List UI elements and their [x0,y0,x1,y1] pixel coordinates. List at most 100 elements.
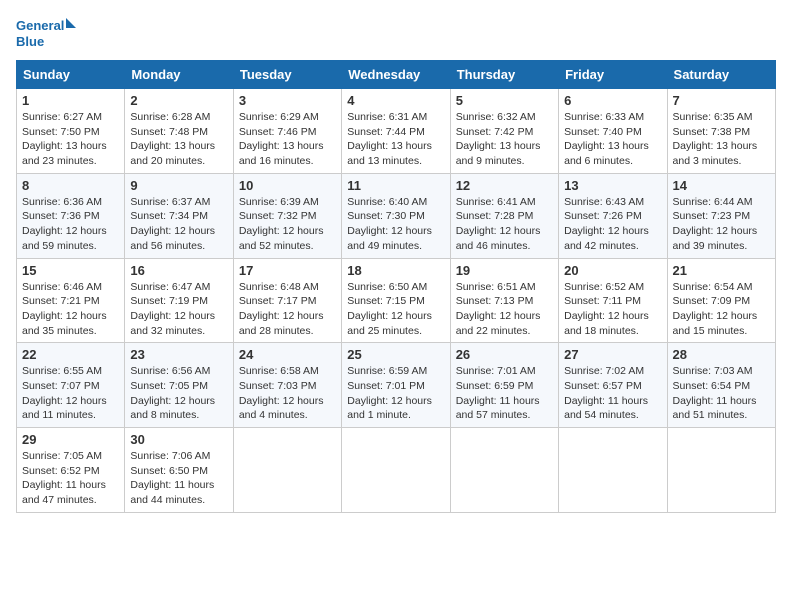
calendar-cell: 27 Sunrise: 7:02 AM Sunset: 6:57 PM Dayli… [559,343,667,428]
day-info: Sunrise: 6:29 AM Sunset: 7:46 PM Dayligh… [239,110,336,169]
calendar-cell: 24 Sunrise: 6:58 AM Sunset: 7:03 PM Dayli… [233,343,341,428]
day-number: 26 [456,347,553,362]
calendar-cell: 19 Sunrise: 6:51 AM Sunset: 7:13 PM Dayli… [450,258,558,343]
day-info: Sunrise: 6:50 AM Sunset: 7:15 PM Dayligh… [347,280,444,339]
svg-text:Blue: Blue [16,34,44,49]
calendar-cell: 1Sunrise: 6:27 AM Sunset: 7:50 PM Daylig… [17,89,125,174]
day-info: Sunrise: 6:52 AM Sunset: 7:11 PM Dayligh… [564,280,661,339]
calendar-cell: 23Sunrise: 6:56 AM Sunset: 7:05 PM Dayli… [125,343,233,428]
calendar-cell: 5 Sunrise: 6:32 AM Sunset: 7:42 PM Daylig… [450,89,558,174]
page-header: General Blue [16,16,776,52]
day-number: 28 [673,347,770,362]
calendar-cell: 20 Sunrise: 6:52 AM Sunset: 7:11 PM Dayli… [559,258,667,343]
logo-svg: General Blue [16,16,76,52]
day-number: 15 [22,263,119,278]
day-info: Sunrise: 6:32 AM Sunset: 7:42 PM Dayligh… [456,110,553,169]
day-number: 24 [239,347,336,362]
calendar-cell [559,428,667,513]
calendar-cell [342,428,450,513]
logo: General Blue [16,16,76,52]
day-info: Sunrise: 6:39 AM Sunset: 7:32 PM Dayligh… [239,195,336,254]
calendar-week-row: 15 Sunrise: 6:46 AM Sunset: 7:21 PM Dayli… [17,258,776,343]
day-number: 21 [673,263,770,278]
calendar-cell: 26Sunrise: 7:01 AM Sunset: 6:59 PM Dayli… [450,343,558,428]
day-info: Sunrise: 6:40 AM Sunset: 7:30 PM Dayligh… [347,195,444,254]
column-header-wednesday: Wednesday [342,61,450,89]
day-info: Sunrise: 6:51 AM Sunset: 7:13 PM Dayligh… [456,280,553,339]
day-info: Sunrise: 6:54 AM Sunset: 7:09 PM Dayligh… [673,280,770,339]
day-number: 11 [347,178,444,193]
day-info: Sunrise: 6:33 AM Sunset: 7:40 PM Dayligh… [564,110,661,169]
calendar-week-row: 1Sunrise: 6:27 AM Sunset: 7:50 PM Daylig… [17,89,776,174]
day-info: Sunrise: 6:37 AM Sunset: 7:34 PM Dayligh… [130,195,227,254]
column-header-saturday: Saturday [667,61,775,89]
day-number: 3 [239,93,336,108]
calendar-cell: 10Sunrise: 6:39 AM Sunset: 7:32 PM Dayli… [233,173,341,258]
column-header-friday: Friday [559,61,667,89]
calendar-cell: 4 Sunrise: 6:31 AM Sunset: 7:44 PM Daylig… [342,89,450,174]
calendar-week-row: 29Sunrise: 7:05 AM Sunset: 6:52 PM Dayli… [17,428,776,513]
calendar-week-row: 8 Sunrise: 6:36 AM Sunset: 7:36 PM Daylig… [17,173,776,258]
day-info: Sunrise: 7:05 AM Sunset: 6:52 PM Dayligh… [22,449,119,508]
day-info: Sunrise: 6:31 AM Sunset: 7:44 PM Dayligh… [347,110,444,169]
day-info: Sunrise: 6:47 AM Sunset: 7:19 PM Dayligh… [130,280,227,339]
day-info: Sunrise: 6:46 AM Sunset: 7:21 PM Dayligh… [22,280,119,339]
day-info: Sunrise: 6:36 AM Sunset: 7:36 PM Dayligh… [22,195,119,254]
calendar-cell [667,428,775,513]
calendar-cell [450,428,558,513]
day-number: 30 [130,432,227,447]
calendar-cell [233,428,341,513]
column-header-sunday: Sunday [17,61,125,89]
day-number: 8 [22,178,119,193]
calendar-cell: 25Sunrise: 6:59 AM Sunset: 7:01 PM Dayli… [342,343,450,428]
day-number: 13 [564,178,661,193]
day-number: 18 [347,263,444,278]
calendar-cell: 3 Sunrise: 6:29 AM Sunset: 7:46 PM Daylig… [233,89,341,174]
day-info: Sunrise: 6:58 AM Sunset: 7:03 PM Dayligh… [239,364,336,423]
calendar-cell: 14 Sunrise: 6:44 AM Sunset: 7:23 PM Dayli… [667,173,775,258]
day-info: Sunrise: 7:03 AM Sunset: 6:54 PM Dayligh… [673,364,770,423]
calendar-cell: 11 Sunrise: 6:40 AM Sunset: 7:30 PM Dayli… [342,173,450,258]
day-number: 14 [673,178,770,193]
calendar-cell: 17 Sunrise: 6:48 AM Sunset: 7:17 PM Dayli… [233,258,341,343]
day-number: 7 [673,93,770,108]
day-number: 17 [239,263,336,278]
day-number: 5 [456,93,553,108]
calendar-cell: 30 Sunrise: 7:06 AM Sunset: 6:50 PM Dayli… [125,428,233,513]
column-header-tuesday: Tuesday [233,61,341,89]
calendar-cell: 29Sunrise: 7:05 AM Sunset: 6:52 PM Dayli… [17,428,125,513]
calendar-cell: 12 Sunrise: 6:41 AM Sunset: 7:28 PM Dayli… [450,173,558,258]
day-number: 6 [564,93,661,108]
day-info: Sunrise: 6:35 AM Sunset: 7:38 PM Dayligh… [673,110,770,169]
calendar-cell: 9 Sunrise: 6:37 AM Sunset: 7:34 PM Daylig… [125,173,233,258]
day-info: Sunrise: 6:48 AM Sunset: 7:17 PM Dayligh… [239,280,336,339]
day-number: 19 [456,263,553,278]
calendar-cell: 22Sunrise: 6:55 AM Sunset: 7:07 PM Dayli… [17,343,125,428]
calendar-cell: 6 Sunrise: 6:33 AM Sunset: 7:40 PM Daylig… [559,89,667,174]
calendar-cell: 13 Sunrise: 6:43 AM Sunset: 7:26 PM Dayli… [559,173,667,258]
calendar-cell: 15 Sunrise: 6:46 AM Sunset: 7:21 PM Dayli… [17,258,125,343]
day-number: 23 [130,347,227,362]
calendar-week-row: 22Sunrise: 6:55 AM Sunset: 7:07 PM Dayli… [17,343,776,428]
calendar-cell: 21 Sunrise: 6:54 AM Sunset: 7:09 PM Dayli… [667,258,775,343]
day-info: Sunrise: 6:28 AM Sunset: 7:48 PM Dayligh… [130,110,227,169]
svg-text:General: General [16,18,64,33]
calendar-cell: 16 Sunrise: 6:47 AM Sunset: 7:19 PM Dayli… [125,258,233,343]
day-number: 9 [130,178,227,193]
day-number: 4 [347,93,444,108]
day-info: Sunrise: 6:44 AM Sunset: 7:23 PM Dayligh… [673,195,770,254]
calendar-cell: 2Sunrise: 6:28 AM Sunset: 7:48 PM Daylig… [125,89,233,174]
calendar-cell: 7 Sunrise: 6:35 AM Sunset: 7:38 PM Daylig… [667,89,775,174]
day-number: 16 [130,263,227,278]
day-number: 12 [456,178,553,193]
day-number: 20 [564,263,661,278]
day-info: Sunrise: 7:06 AM Sunset: 6:50 PM Dayligh… [130,449,227,508]
calendar-cell: 18 Sunrise: 6:50 AM Sunset: 7:15 PM Dayli… [342,258,450,343]
column-header-thursday: Thursday [450,61,558,89]
day-number: 22 [22,347,119,362]
column-header-monday: Monday [125,61,233,89]
day-info: Sunrise: 7:02 AM Sunset: 6:57 PM Dayligh… [564,364,661,423]
day-info: Sunrise: 6:43 AM Sunset: 7:26 PM Dayligh… [564,195,661,254]
day-number: 27 [564,347,661,362]
day-info: Sunrise: 6:41 AM Sunset: 7:28 PM Dayligh… [456,195,553,254]
